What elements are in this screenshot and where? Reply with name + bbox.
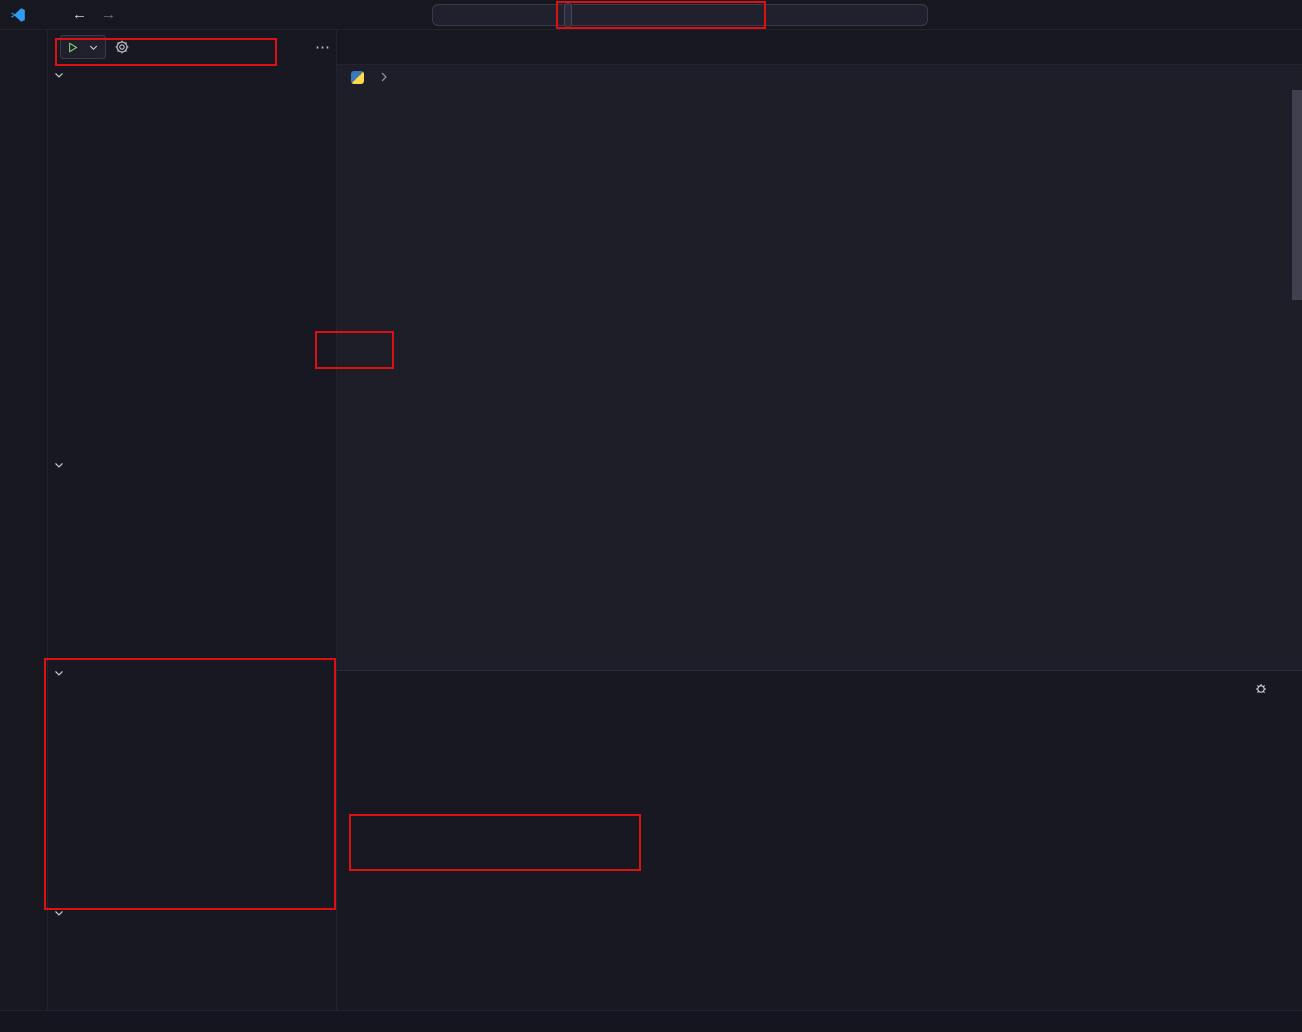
chevron-down-icon	[52, 906, 66, 920]
call-stack-section-header[interactable]	[48, 662, 336, 684]
code-editor[interactable]	[337, 89, 1302, 670]
variables-section-header[interactable]	[48, 64, 336, 86]
vscode-logo-icon	[0, 7, 36, 23]
sidebar-more-actions[interactable]: ⋯	[315, 38, 330, 56]
chevron-down-icon	[52, 68, 66, 82]
terminal[interactable]	[337, 704, 1302, 1010]
debug-console-icon	[1253, 680, 1269, 696]
activity-bar	[0, 30, 48, 1010]
back-arrow-icon[interactable]: ←	[72, 6, 87, 23]
debug-config-dropdown[interactable]	[60, 35, 106, 59]
vscode-window: ← → ⋯	[0, 0, 1302, 1032]
python-file-icon	[351, 71, 364, 84]
chevron-down-icon	[52, 666, 66, 680]
sidebar-header: ⋯	[48, 30, 336, 64]
editor-tabs	[337, 30, 1302, 65]
panel-tabbar	[337, 671, 1302, 704]
editor-scrollbar[interactable]	[1292, 90, 1302, 300]
start-debug-icon[interactable]	[66, 41, 79, 54]
editor-group	[337, 30, 1302, 670]
history-nav: ← →	[72, 6, 116, 23]
breakpoints-section-header[interactable]	[48, 902, 336, 924]
chevron-right-icon	[376, 69, 392, 85]
debug-settings-gear-icon[interactable]	[114, 39, 130, 55]
run-and-debug-sidebar: ⋯	[48, 30, 337, 1010]
watch-section-header[interactable]	[48, 454, 336, 476]
panel-actions	[1253, 680, 1302, 696]
chevron-down-icon	[87, 41, 100, 54]
chevron-down-icon	[52, 458, 66, 472]
breadcrumb[interactable]	[337, 65, 1302, 89]
debug-toolbar	[564, 3, 572, 28]
titlebar: ← →	[0, 0, 1302, 30]
command-center[interactable]	[432, 4, 928, 26]
debug-console-selector[interactable]	[1253, 680, 1275, 696]
bottom-panel	[337, 670, 1302, 1010]
forward-arrow-icon[interactable]: →	[101, 6, 116, 23]
status-bar	[0, 1010, 1302, 1032]
